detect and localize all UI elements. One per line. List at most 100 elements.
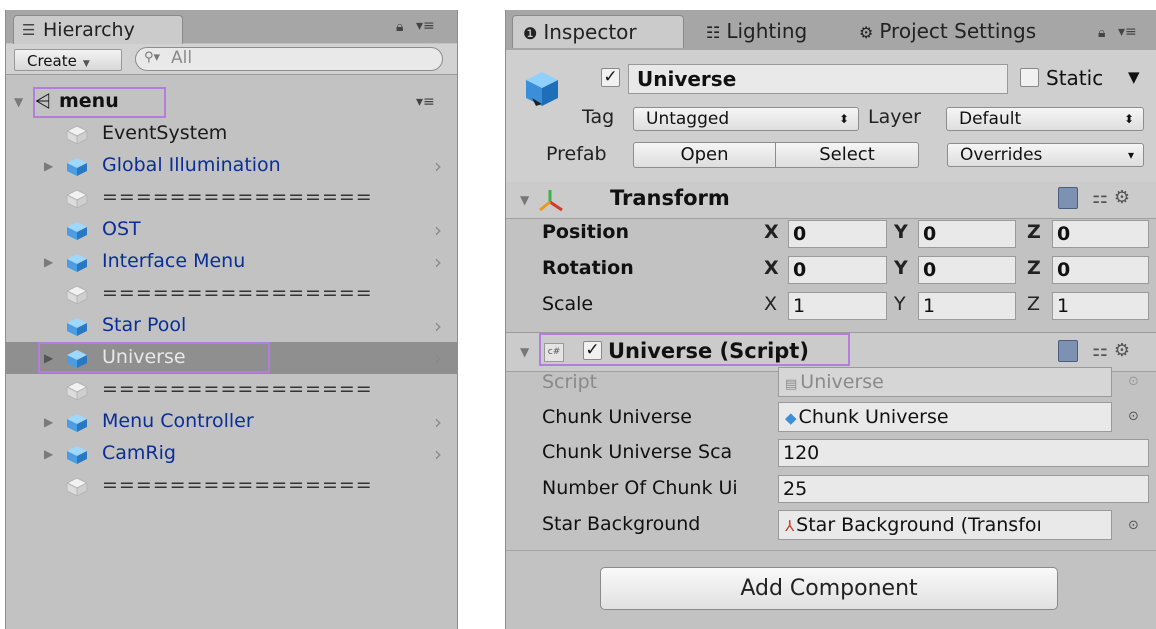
prefab-cube-icon	[66, 157, 88, 177]
hierarchy-item-label: OST	[102, 218, 141, 240]
prefab-select-button[interactable]: Select	[775, 142, 919, 168]
tab-project-settings[interactable]: ⚙ Project Settings	[859, 15, 1036, 48]
transform-header[interactable]: ▼ Transform ⚏ ⚙	[506, 182, 1156, 219]
fold-arrow-icon[interactable]: ▼	[520, 345, 529, 359]
hierarchy-row[interactable]: ================	[6, 278, 457, 310]
settings-gear-icon[interactable]: ⚙	[1114, 187, 1130, 208]
create-button[interactable]: Create ▼	[14, 49, 122, 71]
fold-arrow-icon[interactable]: ▼	[520, 193, 529, 207]
position-field[interactable]: 0	[918, 220, 1016, 248]
lock-icon[interactable]: 🔒︎	[1098, 25, 1105, 41]
layer-dropdown[interactable]: Default ⬍	[946, 107, 1144, 131]
prefab-open-button[interactable]: Open	[633, 142, 776, 168]
star-background-value: Star Background (Transfoı	[796, 514, 1042, 536]
tag-dropdown[interactable]: Untagged ⬍	[633, 107, 859, 131]
expand-arrow-icon[interactable]: ▶	[44, 255, 53, 269]
tag-value: Untagged	[646, 109, 730, 129]
prefab-cube-icon: ◆	[785, 409, 797, 427]
hierarchy-search-field[interactable]: ⚲▾ All	[135, 47, 443, 71]
search-icon: ⚲▾	[144, 50, 161, 65]
prefab-cube-icon	[66, 413, 88, 433]
scale-axis-label[interactable]: Y	[894, 293, 906, 315]
rotation-axis-label[interactable]: Y	[894, 257, 908, 279]
tab-lighting[interactable]: ☷ Lighting	[706, 15, 807, 48]
prefab-open-arrow-icon[interactable]: ›	[434, 442, 442, 466]
expand-arrow-icon[interactable]: ▶	[44, 447, 53, 461]
scene-menu-icon[interactable]: ▾≡	[416, 94, 435, 110]
prefab-open-arrow-icon[interactable]: ›	[434, 314, 442, 338]
lighting-icon: ☷	[706, 23, 721, 42]
static-dropdown-icon[interactable]: ▼	[1128, 68, 1140, 86]
position-axis-label[interactable]: Z	[1027, 221, 1041, 243]
hierarchy-row[interactable]: ▶ CamRig ›	[6, 438, 457, 470]
scale-field[interactable]: 1	[788, 292, 887, 320]
gameobject-cube-icon	[65, 381, 89, 401]
rotation-axis-label[interactable]: X	[764, 257, 779, 279]
help-book-icon[interactable]	[1058, 187, 1078, 209]
expand-arrow-icon[interactable]: ▶	[44, 159, 53, 173]
fold-arrow-icon[interactable]: ▼	[14, 95, 23, 109]
hierarchy-row[interactable]: ================	[6, 374, 457, 406]
hierarchy-row[interactable]: ▶ Global Illumination ›	[6, 150, 457, 182]
scale-field[interactable]: 1	[918, 292, 1016, 320]
prefab-overrides-dropdown[interactable]: Overrides ▾	[947, 143, 1144, 167]
rotation-field[interactable]: 0	[1052, 256, 1149, 284]
hierarchy-row[interactable]: EventSystem	[6, 118, 457, 150]
transform-title: Transform	[610, 186, 730, 210]
expand-arrow-icon[interactable]: ▶	[44, 415, 53, 429]
rotation-field[interactable]: 0	[788, 256, 887, 284]
rotation-axis-label[interactable]: Z	[1027, 257, 1041, 279]
position-axis-label[interactable]: Y	[894, 221, 908, 243]
position-field[interactable]: 0	[1052, 220, 1149, 248]
highlight-box-script	[539, 333, 850, 366]
position-axis-label[interactable]: X	[764, 221, 779, 243]
help-book-icon[interactable]	[1058, 340, 1078, 362]
add-component-button[interactable]: Add Component	[600, 567, 1058, 610]
prefab-open-arrow-icon[interactable]: ›	[434, 218, 442, 242]
hierarchy-row[interactable]: ▶ Interface Menu ›	[6, 246, 457, 278]
scale-axis-label[interactable]: X	[764, 293, 777, 315]
object-picker-icon[interactable]: ⊙	[1128, 409, 1139, 424]
hierarchy-row[interactable]: OST ›	[6, 214, 457, 246]
hierarchy-row[interactable]: ================	[6, 470, 457, 502]
hierarchy-item-label: ================	[102, 186, 373, 208]
active-checkbox[interactable]: ✓	[601, 68, 620, 87]
prefab-open-arrow-icon[interactable]: ›	[434, 250, 442, 274]
panel-menu-icon[interactable]: ▾≡	[1118, 24, 1137, 40]
hierarchy-row[interactable]: ================	[6, 182, 457, 214]
chunk-universe-scale-field[interactable]: 120	[778, 439, 1149, 467]
tab-hierarchy[interactable]: ☰ Hierarchy	[13, 15, 183, 44]
hierarchy-item-label: CamRig	[102, 442, 176, 464]
gameobject-cube-icon	[65, 285, 89, 305]
script-value: Universe	[800, 371, 884, 393]
star-background-field[interactable]: ⅄ Star Background (Transfoı	[778, 510, 1112, 540]
hierarchy-row[interactable]: ▶ Menu Controller ›	[6, 406, 457, 438]
lock-icon[interactable]: 🔒︎	[396, 19, 403, 35]
position-field[interactable]: 0	[788, 220, 887, 248]
hierarchy-row[interactable]: Star Pool ›	[6, 310, 457, 342]
prefab-cube-icon	[66, 253, 88, 273]
object-picker-icon[interactable]: ⊙	[1128, 518, 1139, 533]
object-name-field[interactable]: Universe	[628, 64, 1008, 94]
hierarchy-item-label: ================	[102, 282, 373, 304]
position-label: Position	[542, 221, 629, 243]
scale-field[interactable]: 1	[1052, 292, 1149, 320]
preset-icon[interactable]: ⚏	[1092, 187, 1108, 208]
scale-axis-label[interactable]: Z	[1027, 293, 1040, 315]
preset-icon[interactable]: ⚏	[1092, 340, 1108, 361]
panel-menu-icon[interactable]: ▾≡	[416, 18, 435, 34]
static-checkbox[interactable]	[1020, 68, 1039, 87]
number-of-chunk-field[interactable]: 25	[778, 475, 1149, 503]
tab-inspector[interactable]: ❶ Inspector	[512, 15, 684, 48]
search-placeholder: All	[171, 48, 193, 68]
gameobject-cube-icon	[526, 72, 558, 106]
prefab-open-arrow-icon[interactable]: ›	[434, 346, 442, 370]
settings-gear-icon[interactable]: ⚙	[1114, 340, 1130, 361]
component-controls: ⚏ ⚙	[1058, 187, 1130, 209]
prefab-cube-icon	[66, 221, 88, 241]
rotation-label: Rotation	[542, 257, 634, 279]
rotation-field[interactable]: 0	[918, 256, 1016, 284]
prefab-open-arrow-icon[interactable]: ›	[434, 154, 442, 178]
prefab-open-arrow-icon[interactable]: ›	[434, 410, 442, 434]
chunk-universe-field[interactable]: ◆ Chunk Universe	[778, 402, 1112, 432]
